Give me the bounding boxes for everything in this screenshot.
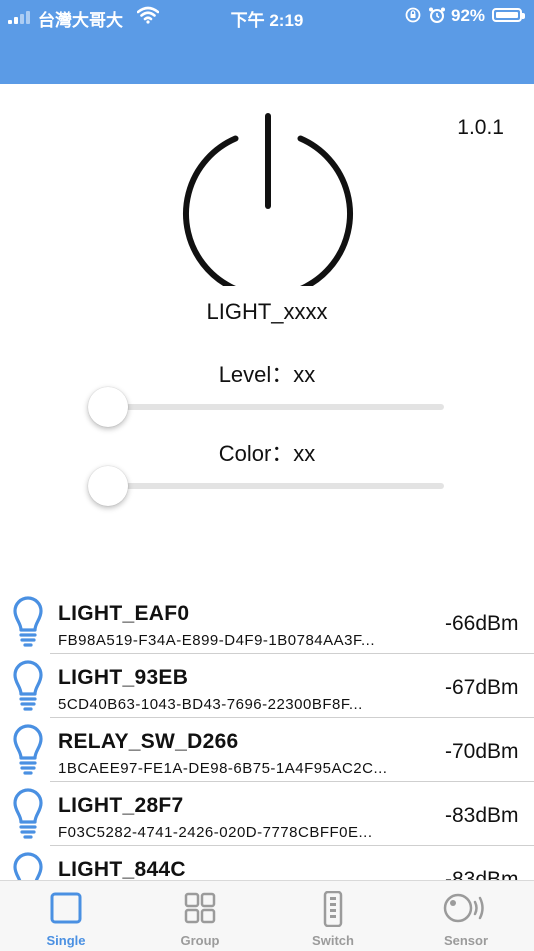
header-bar: 台灣大哥大 下午 2:19 92% [0,0,534,84]
device-uuid: 1BCAEE97-FE1A-DE98-6B75-1A4F95AC2C... [58,760,388,777]
color-slider[interactable] [108,483,444,489]
grid-icon [184,892,216,924]
tab-switch-label: Switch [312,933,354,948]
tab-group[interactable]: Group [145,881,255,951]
device-rssi: -83dBm [445,804,519,827]
remote-icon [323,891,343,927]
battery-percent: 92% [451,6,486,25]
tab-bar: Single Group Switch Sensor [0,880,534,951]
device-rssi: -83dBm [445,868,519,880]
device-uuid: FB98A519-F34A-E899-D4F9-1B0784AA3F... [58,632,375,649]
tab-single-label: Single [46,933,86,948]
device-rssi: -67dBm [445,676,519,699]
power-button[interactable] [180,110,356,286]
device-row[interactable]: LIGHT_EAF0 FB98A519-F34A-E899-D4F9-1B078… [0,590,534,654]
tab-switch[interactable]: Switch [278,881,388,951]
device-name-label: LIGHT_844C [58,858,186,880]
device-row[interactable]: LIGHT_28F7 F03C5282-4741-2426-020D-7778C… [0,782,534,846]
alarm-icon [429,7,445,23]
tab-sensor[interactable]: Sensor [411,881,521,951]
device-row[interactable]: LIGHT_93EB 5CD40B63-1043-BD43-7696-22300… [0,654,534,718]
app-version: 1.0.1 [457,116,504,139]
device-uuid: F03C5282-4741-2426-020D-7778CBFF0E... [58,824,373,841]
device-name-label: LIGHT_93EB [58,666,189,689]
rotation-lock-icon [405,7,421,23]
level-slider[interactable] [108,404,444,410]
level-label: Level：xx [218,362,316,387]
color-label: Color：xx [218,441,316,466]
level-slider-thumb[interactable] [88,387,128,427]
device-row[interactable]: LIGHT_844C -83dBm [0,846,534,880]
lightbulb-icon [13,596,43,647]
device-name-label: LIGHT_EAF0 [58,602,190,625]
device-name-label: LIGHT_28F7 [58,794,184,817]
device-name-label: RELAY_SW_D266 [58,730,239,753]
device-uuid: 5CD40B63-1043-BD43-7696-22300BF8F... [58,696,363,713]
device-name: LIGHT_xxxx [206,299,328,324]
lightbulb-icon [13,724,43,775]
tab-group-label: Group [180,933,220,948]
device-rssi: -70dBm [445,740,519,763]
color-slider-thumb[interactable] [88,466,128,506]
sensor-icon [443,893,484,923]
status-bar: 台灣大哥大 下午 2:19 92% [0,0,534,32]
device-list[interactable]: LIGHT_EAF0 FB98A519-F34A-E899-D4F9-1B078… [0,590,534,880]
tab-single[interactable]: Single [11,881,121,951]
square-icon [50,892,82,924]
device-row[interactable]: RELAY_SW_D266 1BCAEE97-FE1A-DE98-6B75-1A… [0,718,534,782]
lightbulb-icon [13,852,43,880]
tab-sensor-label: Sensor [443,933,489,948]
device-rssi: -66dBm [445,612,519,635]
lightbulb-icon [13,788,43,839]
battery-icon [492,8,525,22]
lightbulb-icon [13,660,43,711]
